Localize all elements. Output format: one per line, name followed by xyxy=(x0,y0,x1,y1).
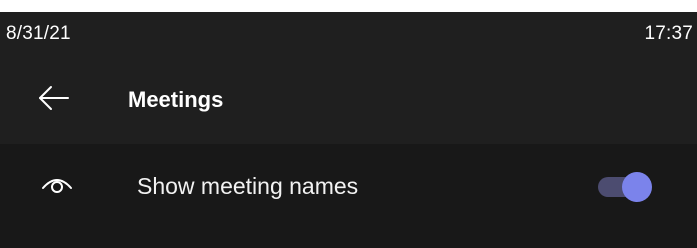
status-bar: 8/31/21 17:37 xyxy=(0,12,697,56)
setting-label: Show meeting names xyxy=(137,173,359,199)
back-button[interactable] xyxy=(30,80,78,120)
header: Meetings xyxy=(0,56,697,144)
device-screen: 8/31/21 17:37 Meetings Show meeting name… xyxy=(0,12,697,248)
setting-row-show-meeting-names[interactable]: Show meeting names xyxy=(0,144,697,248)
show-meeting-names-toggle[interactable] xyxy=(598,171,654,202)
status-date: 8/31/21 xyxy=(6,23,71,44)
toggle-knob xyxy=(622,172,652,202)
arrow-left-icon xyxy=(37,85,71,116)
status-time: 17:37 xyxy=(644,23,693,44)
eye-icon xyxy=(38,170,76,198)
page-title: Meetings xyxy=(128,87,224,112)
